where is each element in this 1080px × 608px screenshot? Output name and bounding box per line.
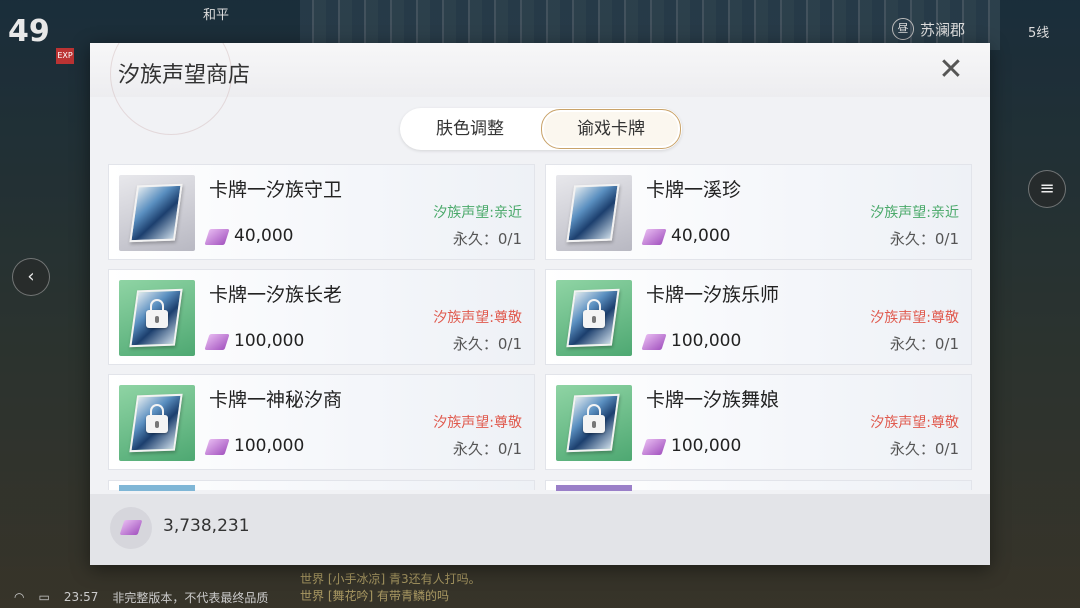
item-price: 100,000 <box>234 331 305 351</box>
dialog-title: 汐族声望商店 <box>118 63 251 88</box>
shop-item-list[interactable]: 卡牌一汐族守卫 40,000 汐族声望:亲近 永久：0/1 卡牌一溪珍 40,0… <box>108 164 972 494</box>
item-price: 100,000 <box>234 436 305 456</box>
map-info[interactable]: 昼 苏澜郡 <box>892 18 965 40</box>
tab-bar: 肤色调整 谕戏卡牌 <box>400 108 682 150</box>
item-requirement: 汐族声望:尊敬 <box>870 310 959 326</box>
item-limit: 永久：0/1 <box>889 335 959 353</box>
item-price: 100,000 <box>671 331 742 351</box>
item-price: 40,000 <box>671 226 731 246</box>
card-thumbnail <box>556 485 632 491</box>
card-icon <box>129 183 183 243</box>
reputation-shop-dialog: 汐族声望商店 ✕ 肤色调整 谕戏卡牌 卡牌一汐族守卫 40,000 汐族声望:亲… <box>90 43 990 565</box>
lock-icon <box>583 404 605 433</box>
close-icon[interactable]: ✕ <box>934 53 968 87</box>
item-limit: 永久：0/1 <box>889 230 959 248</box>
pk-mode-label[interactable]: 和平 <box>203 4 229 23</box>
battery-icon: ▭ <box>38 590 50 604</box>
card-thumbnail <box>119 485 195 491</box>
lock-icon <box>146 404 168 433</box>
card-thumbnail <box>119 385 195 461</box>
shop-item[interactable]: 卡牌一汐族守卫 40,000 汐族声望:亲近 永久：0/1 <box>108 164 535 260</box>
card-thumbnail <box>556 385 632 461</box>
card-thumbnail <box>556 175 632 251</box>
version-notice: 非完整版本，不代表最终品质 <box>112 590 269 605</box>
item-limit: 永久：0/1 <box>452 335 522 353</box>
item-price: 100,000 <box>671 436 742 456</box>
reputation-token-icon <box>641 439 667 455</box>
card-icon <box>566 183 620 243</box>
status-bar: ◠ ▭ 23:57 非完整版本，不代表最终品质 <box>0 586 1080 608</box>
player-level: 49 <box>8 14 50 49</box>
item-name: 卡牌一汐族长老 <box>209 284 343 306</box>
currency-footer: 3,738,231 <box>90 494 990 565</box>
wifi-icon: ◠ <box>14 590 25 604</box>
card-thumbnail <box>556 280 632 356</box>
reputation-token-icon <box>641 229 667 245</box>
chat-line: 世界 [小手冰凉] 青3还有人打吗。 <box>300 572 481 586</box>
item-name: 卡牌一神秘汐商 <box>209 389 343 411</box>
reputation-token-icon <box>110 507 152 549</box>
card-thumbnail <box>119 175 195 251</box>
back-arrow-icon[interactable]: ‹ <box>12 258 50 296</box>
item-requirement: 汐族声望:尊敬 <box>433 415 522 431</box>
item-requirement: 汐族声望:尊敬 <box>433 310 522 326</box>
tab-skin-color[interactable]: 肤色调整 <box>400 108 540 150</box>
reputation-token-icon <box>204 439 230 455</box>
shop-item[interactable]: 卡牌一神秘汐商 100,000 汐族声望:尊敬 永久：0/1 <box>108 374 535 470</box>
item-name: 卡牌一汐族舞娘 <box>646 389 780 411</box>
reputation-token-icon <box>204 334 230 350</box>
item-limit: 永久：0/1 <box>452 230 522 248</box>
menu-icon[interactable]: ≡ <box>1028 170 1066 208</box>
item-requirement: 汐族声望:亲近 <box>870 205 959 221</box>
shop-item-partial[interactable] <box>108 480 535 491</box>
shop-item[interactable]: 卡牌一汐族舞娘 100,000 汐族声望:尊敬 永久：0/1 <box>545 374 972 470</box>
shop-item[interactable]: 卡牌一溪珍 40,000 汐族声望:亲近 永久：0/1 <box>545 164 972 260</box>
currency-balance: 3,738,231 <box>163 516 250 536</box>
item-requirement: 汐族声望:尊敬 <box>870 415 959 431</box>
reputation-token-icon <box>204 229 230 245</box>
chat-line: 世界 [舞花吟] 有带青鳞的吗 <box>300 589 449 603</box>
lock-icon <box>146 299 168 328</box>
item-limit: 永久：0/1 <box>889 440 959 458</box>
item-name: 卡牌一溪珍 <box>646 179 742 201</box>
tab-game-cards[interactable]: 谕戏卡牌 <box>541 109 681 149</box>
clock: 23:57 <box>63 590 99 604</box>
card-thumbnail <box>119 280 195 356</box>
reputation-token-icon <box>641 334 667 350</box>
day-night-icon: 昼 <box>892 18 914 40</box>
item-limit: 永久：0/1 <box>452 440 522 458</box>
server-line[interactable]: 5线 <box>1028 22 1049 41</box>
lock-icon <box>583 299 605 328</box>
item-name: 卡牌一汐族乐师 <box>646 284 780 306</box>
item-requirement: 汐族声望:亲近 <box>433 205 522 221</box>
shop-item[interactable]: 卡牌一汐族长老 100,000 汐族声望:尊敬 永久：0/1 <box>108 269 535 365</box>
shop-item[interactable]: 卡牌一汐族乐师 100,000 汐族声望:尊敬 永久：0/1 <box>545 269 972 365</box>
exp-badge: EXP <box>56 48 74 64</box>
map-name: 苏澜郡 <box>920 20 966 39</box>
item-name: 卡牌一汐族守卫 <box>209 179 343 201</box>
shop-item-partial[interactable] <box>545 480 972 491</box>
chat-feed[interactable]: 世界 [小手冰凉] 青3还有人打吗。 世界 [舞花吟] 有带青鳞的吗 <box>300 570 481 604</box>
item-price: 40,000 <box>234 226 294 246</box>
dialog-header: 汐族声望商店 ✕ <box>90 43 990 135</box>
